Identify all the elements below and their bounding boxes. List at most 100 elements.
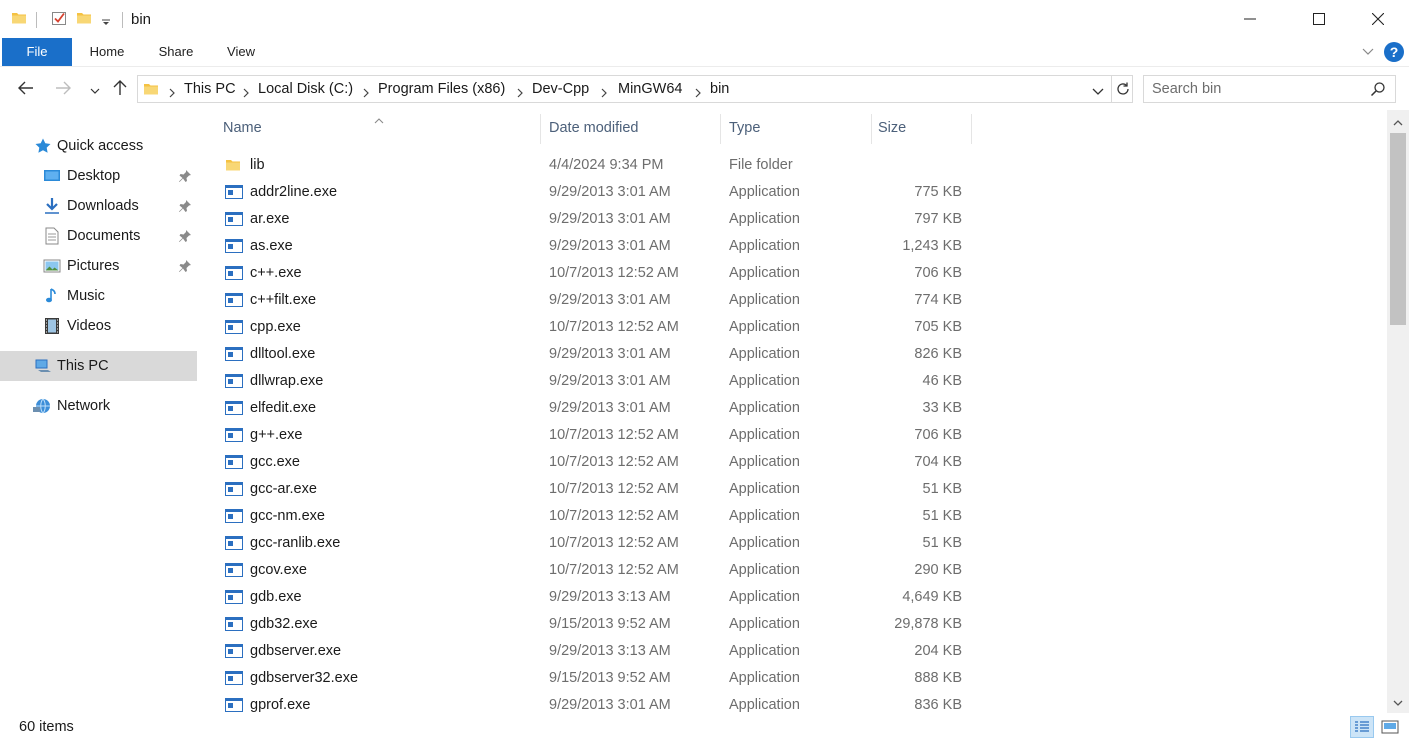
table-row[interactable]: c++.exe 10/7/2013 12:52 AM Application 706 …: [200, 260, 1386, 287]
chevron-right-icon[interactable]: [242, 85, 250, 101]
search-input[interactable]: [1152, 80, 1362, 98]
table-row[interactable]: addr2line.exe 9/29/2013 3:01 AM Applicatio…: [200, 179, 1386, 206]
table-row[interactable]: cpp.exe 10/7/2013 12:52 AM Application 705 …: [200, 314, 1386, 341]
tab-home[interactable]: Home: [82, 38, 132, 66]
file-name: dlltool.exe: [250, 346, 316, 362]
chevron-down-icon[interactable]: [1091, 84, 1105, 100]
sidebar-item-downloads[interactable]: Downloads: [0, 191, 197, 221]
table-row[interactable]: gcov.exe 10/7/2013 12:52 AM Application 290…: [200, 557, 1386, 584]
file-size: 775 KB: [914, 184, 962, 200]
tab-file[interactable]: File: [2, 38, 72, 66]
column-header-size[interactable]: Size: [872, 110, 972, 146]
file-name: ar.exe: [250, 211, 290, 227]
maximize-button[interactable]: [1296, 0, 1342, 38]
sidebar-item-quick-access[interactable]: Quick access: [0, 131, 197, 161]
breadcrumb-this-pc[interactable]: This PC: [184, 81, 236, 97]
back-icon[interactable]: [17, 79, 35, 100]
scroll-down-icon[interactable]: [1392, 695, 1404, 711]
pin-icon[interactable]: [178, 229, 192, 246]
table-row[interactable]: gprof.exe 9/29/2013 3:01 AM Application 836…: [200, 692, 1386, 713]
table-row[interactable]: lib 4/4/2024 9:34 PM File folder: [200, 152, 1386, 179]
minimize-button[interactable]: [1227, 0, 1273, 38]
chevron-right-icon[interactable]: [362, 85, 370, 101]
forward-icon[interactable]: [54, 79, 72, 100]
table-row[interactable]: gcc-nm.exe 10/7/2013 12:52 AM Application 5…: [200, 503, 1386, 530]
table-row[interactable]: gcc-ranlib.exe 10/7/2013 12:52 AM Applicat…: [200, 530, 1386, 557]
pictures-icon: [43, 257, 61, 278]
table-row[interactable]: gdb.exe 9/29/2013 3:13 AM Application 4,649…: [200, 584, 1386, 611]
table-row[interactable]: dllwrap.exe 9/29/2013 3:01 AM Application 4…: [200, 368, 1386, 395]
file-name: gcov.exe: [250, 562, 307, 578]
breadcrumb-bin[interactable]: bin: [710, 81, 729, 97]
table-row[interactable]: gcc.exe 10/7/2013 12:52 AM Application 704 …: [200, 449, 1386, 476]
table-row[interactable]: as.exe 9/29/2013 3:01 AM Application 1,243 …: [200, 233, 1386, 260]
table-row[interactable]: c++filt.exe 9/29/2013 3:01 AM Application 7…: [200, 287, 1386, 314]
file-size: 705 KB: [914, 319, 962, 335]
sidebar-item-desktop[interactable]: Desktop: [0, 161, 197, 191]
sidebar-item-this-pc[interactable]: This PC: [0, 351, 197, 381]
search-icon[interactable]: [1370, 81, 1386, 100]
breadcrumb-local-disk[interactable]: Local Disk (C:): [258, 81, 353, 97]
sidebar-item-videos[interactable]: Videos: [0, 311, 197, 341]
star-icon: [34, 137, 52, 158]
properties-icon[interactable]: [51, 10, 67, 29]
file-size: 29,878 KB: [894, 616, 962, 632]
sidebar-item-pictures[interactable]: Pictures: [0, 251, 197, 281]
large-icons-view-button[interactable]: [1378, 716, 1402, 738]
file-type: Application: [729, 427, 800, 443]
app-icon: [225, 292, 243, 311]
file-date: 4/4/2024 9:34 PM: [549, 157, 664, 173]
sidebar-item-label: Network: [57, 398, 111, 414]
table-row[interactable]: gdbserver32.exe 9/15/2013 9:52 AM Applicat…: [200, 665, 1386, 692]
chevron-right-icon[interactable]: [516, 85, 524, 101]
refresh-icon[interactable]: [1114, 80, 1132, 101]
chevron-right-icon[interactable]: [168, 85, 176, 101]
table-row[interactable]: dlltool.exe 9/29/2013 3:01 AM Application 8…: [200, 341, 1386, 368]
sidebar-item-network[interactable]: Network: [0, 391, 197, 421]
pin-icon[interactable]: [178, 199, 192, 216]
close-button[interactable]: [1355, 0, 1401, 38]
column-header-type[interactable]: Type: [721, 110, 871, 146]
breadcrumb-program-files[interactable]: Program Files (x86): [378, 81, 505, 97]
help-button[interactable]: ?: [1384, 42, 1404, 62]
item-count: 60 items: [19, 719, 74, 735]
tab-share[interactable]: Share: [152, 38, 200, 66]
table-row[interactable]: ar.exe 9/29/2013 3:01 AM Application 797 KB: [200, 206, 1386, 233]
pin-icon[interactable]: [178, 259, 192, 276]
column-header-date[interactable]: Date modified: [541, 110, 721, 146]
new-folder-icon[interactable]: [76, 10, 92, 29]
file-date: 10/7/2013 12:52 AM: [549, 535, 679, 551]
up-icon[interactable]: [111, 79, 129, 100]
column-divider[interactable]: [971, 114, 972, 144]
details-view-button[interactable]: [1350, 716, 1374, 738]
breadcrumb-dev-cpp[interactable]: Dev-Cpp: [532, 81, 589, 97]
table-row[interactable]: gcc-ar.exe 10/7/2013 12:52 AM Application 5…: [200, 476, 1386, 503]
recent-locations-icon[interactable]: [89, 83, 101, 99]
table-row[interactable]: gdb32.exe 9/15/2013 9:52 AM Application 29,…: [200, 611, 1386, 638]
scrollbar-thumb[interactable]: [1390, 133, 1406, 325]
file-date: 9/29/2013 3:01 AM: [549, 400, 671, 416]
chevron-right-icon[interactable]: [694, 85, 702, 101]
tab-view[interactable]: View: [220, 38, 262, 66]
expand-ribbon-icon[interactable]: [1361, 44, 1375, 61]
search-box[interactable]: [1143, 75, 1396, 103]
toolbar-separator: [36, 12, 37, 28]
pin-icon[interactable]: [178, 169, 192, 186]
file-date: 9/15/2013 9:52 AM: [549, 616, 671, 632]
table-row[interactable]: g++.exe 10/7/2013 12:52 AM Application 706 …: [200, 422, 1386, 449]
vertical-scrollbar[interactable]: [1387, 110, 1409, 713]
table-row[interactable]: elfedit.exe 9/29/2013 3:01 AM Application 3…: [200, 395, 1386, 422]
customize-toolbar-icon[interactable]: [101, 14, 111, 30]
scroll-up-icon[interactable]: [1392, 115, 1404, 131]
chevron-right-icon[interactable]: [600, 85, 608, 101]
navigation-pane: Quick access Desktop Downloads Documents…: [0, 110, 200, 713]
breadcrumb-mingw64[interactable]: MinGW64: [618, 81, 682, 97]
column-header-name[interactable]: Name: [200, 110, 540, 146]
file-type: Application: [729, 211, 800, 227]
file-date: 9/29/2013 3:01 AM: [549, 346, 671, 362]
sidebar-item-music[interactable]: Music: [0, 281, 197, 311]
table-row[interactable]: gdbserver.exe 9/29/2013 3:13 AM Applicatio…: [200, 638, 1386, 665]
file-name: gdb32.exe: [250, 616, 318, 632]
sidebar-item-documents[interactable]: Documents: [0, 221, 197, 251]
address-bar[interactable]: This PC Local Disk (C:) Program Files (x…: [137, 75, 1133, 103]
